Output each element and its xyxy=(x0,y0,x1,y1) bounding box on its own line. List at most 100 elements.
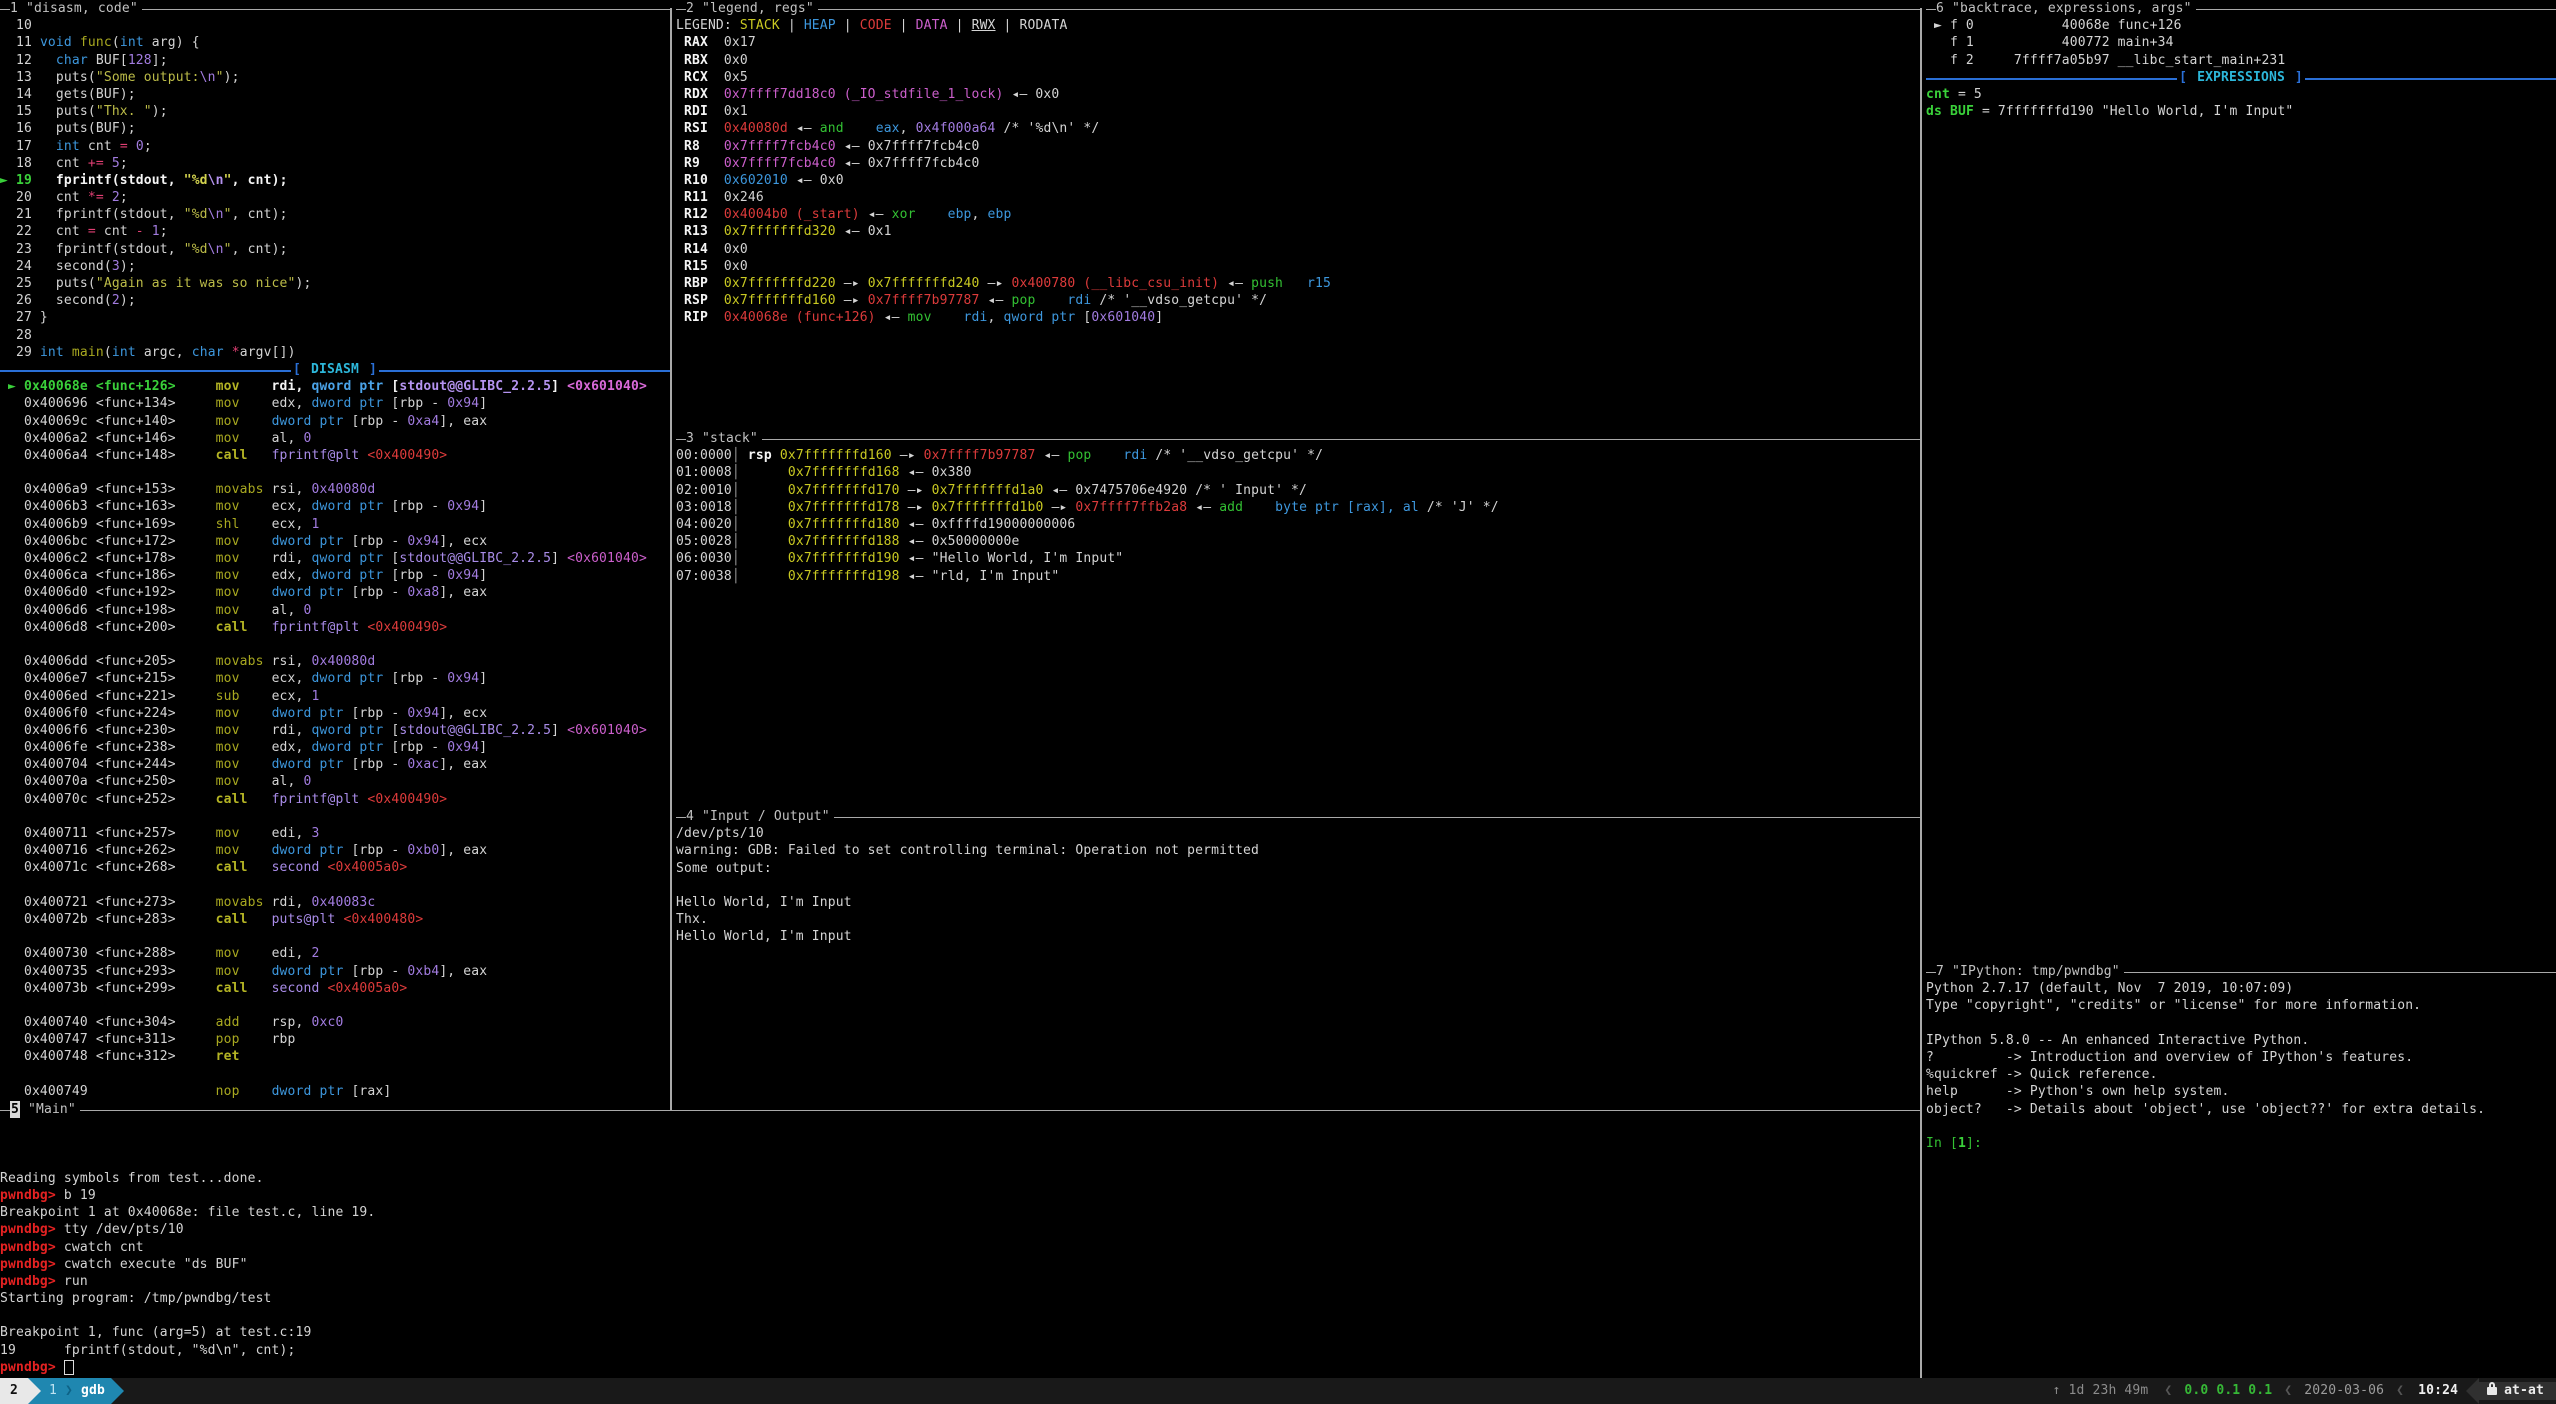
terminal-line: cnt = 5 xyxy=(1926,86,2556,103)
pane-number: 3 xyxy=(686,430,694,447)
terminal-line: Thx. xyxy=(676,911,1922,928)
terminal-line: 11 void func(int arg) { xyxy=(0,34,670,51)
terminal-line: RSP 0x7fffffffd160 —▸ 0x7ffff7b97787 ◂— … xyxy=(676,292,1922,309)
terminal-line: 0x40073b <func+299> call second <0x4005a… xyxy=(0,980,670,997)
pane-number: 2 xyxy=(686,0,694,17)
terminal-line: R11 0x246 xyxy=(676,189,1922,206)
pane-title-disasm-code: 1 "disasm, code" xyxy=(0,0,670,17)
border-line xyxy=(818,0,1922,10)
terminal-line: 0x400730 <func+288> mov edi, 2 xyxy=(0,945,670,962)
terminal-line: f 1 400772 main+34 xyxy=(1926,34,2556,51)
terminal-line: 01:0008│ 0x7fffffffd168 ◂— 0x380 xyxy=(676,464,1922,481)
terminal-line: 0x4006bc <func+172> mov dword ptr [rbp -… xyxy=(0,533,670,550)
terminal-line xyxy=(0,808,670,825)
pane-disasm-code[interactable]: 1 "disasm, code" 10 11 void func(int arg… xyxy=(0,0,670,1101)
terminal-line: R12 0x4004b0 (_start) ◂— xor ebp, ebp xyxy=(676,206,1922,223)
terminal-line: 0x4006d8 <func+200> call fprintf@plt <0x… xyxy=(0,619,670,636)
registers-lines: LEGEND: STACK | HEAP | CODE | DATA | RWX… xyxy=(676,17,1922,326)
terminal-line: R13 0x7fffffffd320 ◂— 0x1 xyxy=(676,223,1922,240)
terminal-line: RBP 0x7fffffffd220 —▸ 0x7fffffffd240 —▸ … xyxy=(676,275,1922,292)
terminal-line: 0x4006ed <func+221> sub ecx, 1 xyxy=(0,688,670,705)
session-name-badge[interactable]: 2 xyxy=(0,1378,28,1404)
source-and-disasm-lines: 10 11 void func(int arg) { 12 char BUF[1… xyxy=(0,17,670,1100)
terminal-line: 0x4006d0 <func+192> mov dword ptr [rbp -… xyxy=(0,584,670,601)
terminal-line: help -> Python's own help system. xyxy=(1926,1083,2556,1100)
terminal-line: object? -> Details about 'object', use '… xyxy=(1926,1101,2556,1118)
terminal-line: 04:0020│ 0x7fffffffd180 ◂— 0xffffd190000… xyxy=(676,516,1922,533)
terminal-line: ► 19 fprintf(stdout, "%d\n", cnt); xyxy=(0,172,670,189)
hostname: at-at xyxy=(2504,1382,2544,1399)
terminal-line: 21 fprintf(stdout, "%d\n", cnt); xyxy=(0,206,670,223)
terminal-line xyxy=(0,1118,1920,1135)
terminal-line: Breakpoint 1, func (arg=5) at test.c:19 xyxy=(0,1324,1920,1341)
terminal-line: Hello World, I'm Input xyxy=(676,894,1922,911)
border-line xyxy=(762,430,1922,440)
pane-border-vertical-left[interactable] xyxy=(670,8,672,1110)
terminal-line: 0x4006a2 <func+146> mov al, 0 xyxy=(0,430,670,447)
terminal-line: 28 xyxy=(0,327,670,344)
pane-legend-regs[interactable]: 2 "legend, regs" LEGEND: STACK | HEAP | … xyxy=(672,0,1922,430)
terminal-line: IPython 5.8.0 -- An enhanced Interactive… xyxy=(1926,1032,2556,1049)
section-divider-disasm: [ DISASM ] xyxy=(0,361,670,378)
terminal-line: RBX 0x0 xyxy=(676,52,1922,69)
terminal-line: RDI 0x1 xyxy=(676,103,1922,120)
pane-input-output[interactable]: 4 "Input / Output" /dev/pts/10warning: G… xyxy=(672,808,1922,1101)
terminal-line: 23 fprintf(stdout, "%d\n", cnt); xyxy=(0,241,670,258)
lock-icon xyxy=(2487,1387,2497,1395)
terminal-line: Reading symbols from test...done. xyxy=(0,1170,1920,1187)
terminal-line: 0x4006a4 <func+148> call fprintf@plt <0x… xyxy=(0,447,670,464)
pane-title-label: "Main" xyxy=(20,1101,76,1118)
stack-lines: 00:0000│ rsp 0x7fffffffd160 —▸ 0x7ffff7b… xyxy=(676,447,1922,585)
uptime-value: 1d 23h 49m xyxy=(2069,1383,2149,1398)
pane-border-vertical-right[interactable] xyxy=(1920,8,1922,1378)
pane-title-main: 5 "Main" xyxy=(0,1101,1920,1118)
pane-title-stack: 3 "stack" xyxy=(676,430,1922,447)
terminal-line: 25 puts("Again as it was so nice"); xyxy=(0,275,670,292)
terminal-line: 0x4006e7 <func+215> mov ecx, dword ptr [… xyxy=(0,670,670,687)
terminal-line: 29 int main(int argc, char *argv[]) xyxy=(0,344,670,361)
powerline-arrow-icon xyxy=(111,1378,124,1404)
window-index: 1 xyxy=(49,1382,57,1399)
pane-title-legend-regs: 2 "legend, regs" xyxy=(676,0,1922,17)
terminal-line: 19 fprintf(stdout, "%d\n", cnt); xyxy=(0,1342,1920,1359)
terminal-line: 0x400716 <func+262> mov dword ptr [rbp -… xyxy=(0,842,670,859)
terminal-line: 0x40069c <func+140> mov dword ptr [rbp -… xyxy=(0,413,670,430)
terminal-line: /dev/pts/10 xyxy=(676,825,1922,842)
terminal-line: pwndbg> cwatch cnt xyxy=(0,1239,1920,1256)
pane-backtrace-expressions[interactable]: 6 "backtrace, expressions, args" ► f 0 4… xyxy=(1922,0,2556,963)
pane-title-label: "legend, regs" xyxy=(694,0,814,17)
terminal-line: 15 puts("Thx. "); xyxy=(0,103,670,120)
pane-number: 6 xyxy=(1936,0,1944,17)
terminal-line: 02:0010│ 0x7fffffffd170 —▸ 0x7fffffffd1a… xyxy=(676,482,1922,499)
pane-ipython[interactable]: 7 "IPython: tmp/pwndbg" Python 2.7.17 (d… xyxy=(1922,963,2556,1378)
border-dash xyxy=(676,808,686,818)
clock-time: 10:24 xyxy=(2418,1382,2458,1399)
terminal-line: RCX 0x5 xyxy=(676,69,1922,86)
tmux-terminal-screen: 1 "disasm, code" 10 11 void func(int arg… xyxy=(0,0,2556,1404)
terminal-line: 0x4006a9 <func+153> movabs rsi, 0x40080d xyxy=(0,481,670,498)
terminal-line: 07:0038│ 0x7fffffffd198 ◂— "rld, I'm Inp… xyxy=(676,568,1922,585)
terminal-line: 0x400735 <func+293> mov dword ptr [rbp -… xyxy=(0,963,670,980)
terminal-line: pwndbg> cwatch execute "ds BUF" xyxy=(0,1256,1920,1273)
terminal-line: 12 char BUF[128]; xyxy=(0,52,670,69)
terminal-line: 0x4006fe <func+238> mov edx, dword ptr [… xyxy=(0,739,670,756)
terminal-line: 06:0030│ 0x7fffffffd190 ◂— "Hello World,… xyxy=(676,550,1922,567)
pane-main-gdb-console[interactable]: 5 "Main" Reading symbols from test...don… xyxy=(0,1101,1920,1378)
terminal-line: 0x400711 <func+257> mov edi, 3 xyxy=(0,825,670,842)
terminal-line: ► 0x40068e <func+126> mov rdi, qword ptr… xyxy=(0,378,670,395)
terminal-line: 10 xyxy=(0,17,670,34)
window-name: gdb xyxy=(81,1382,105,1399)
window-tab-gdb[interactable]: 1 ❯ gdb xyxy=(41,1378,111,1404)
section-divider-expressions: [ EXPRESSIONS ] xyxy=(1926,69,2556,86)
powerline-arrow-icon xyxy=(28,1378,41,1404)
border-dash xyxy=(0,0,10,10)
pane-number: 4 xyxy=(686,808,694,825)
pane-stack[interactable]: 3 "stack" 00:0000│ rsp 0x7fffffffd160 —▸… xyxy=(672,430,1922,808)
terminal-line: 0x40070a <func+250> mov al, 0 xyxy=(0,773,670,790)
pane-title-label: "Input / Output" xyxy=(694,808,830,825)
terminal-line: 26 second(2); xyxy=(0,292,670,309)
terminal-line: 0x4006b9 <func+169> shl ecx, 1 xyxy=(0,516,670,533)
terminal-line xyxy=(0,1066,670,1083)
powerline-arrow-icon xyxy=(2466,1378,2479,1404)
terminal-line: Starting program: /tmp/pwndbg/test xyxy=(0,1290,1920,1307)
